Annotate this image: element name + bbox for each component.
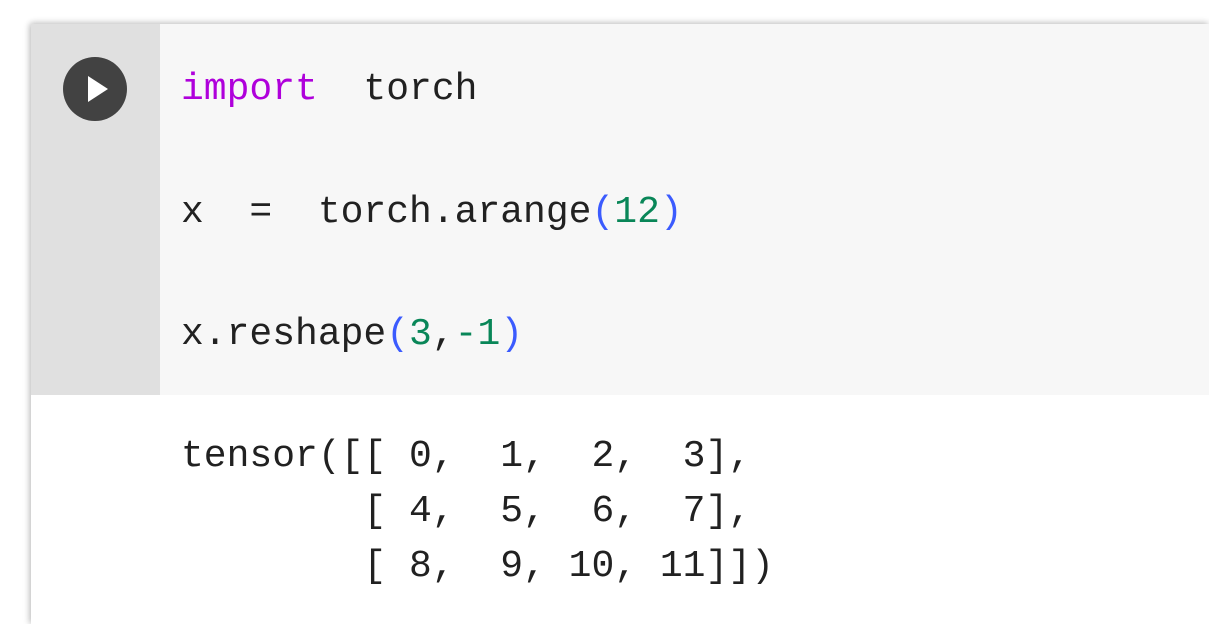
paren: ) bbox=[500, 313, 524, 356]
output-line: [ 8, 9, 10, 11]]) bbox=[181, 545, 774, 588]
code-cell[interactable]: import torch x = torch.arange(12) x.resh… bbox=[31, 24, 1209, 624]
code-line: x = torch.arange(12) bbox=[181, 191, 683, 235]
paren: ( bbox=[386, 313, 410, 356]
code-text: x = torch.arange bbox=[181, 191, 592, 234]
code-text: x.reshape bbox=[181, 313, 387, 356]
paren: ) bbox=[659, 191, 683, 234]
number: 3 bbox=[409, 313, 432, 356]
output-line: tensor([[ 0, 1, 2, 3], bbox=[181, 435, 752, 478]
cell-gutter bbox=[31, 24, 160, 395]
output-line: [ 4, 5, 6, 7], bbox=[181, 490, 752, 533]
code-editor[interactable]: import torch x = torch.arange(12) x.resh… bbox=[160, 24, 1209, 395]
paren: ( bbox=[591, 191, 615, 234]
number: 12 bbox=[614, 191, 660, 234]
number: -1 bbox=[454, 313, 501, 356]
code-line: x.reshape(3,-1) bbox=[181, 313, 523, 357]
comma: , bbox=[431, 313, 455, 356]
keyword: import bbox=[181, 68, 318, 111]
code-text: torch bbox=[317, 68, 478, 111]
code-line: import torch bbox=[181, 68, 477, 112]
cell-output: tensor([[ 0, 1, 2, 3], [ 4, 5, 6, 7], [ … bbox=[181, 429, 774, 594]
run-cell-button[interactable] bbox=[63, 57, 127, 121]
